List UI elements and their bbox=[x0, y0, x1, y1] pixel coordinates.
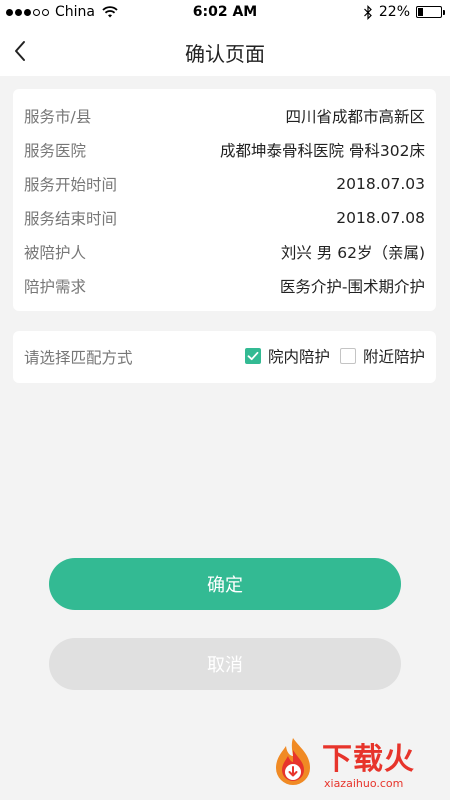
status-bar: China 6:02 AM 22% bbox=[0, 0, 450, 26]
cancel-button[interactable]: 取消 bbox=[49, 638, 401, 690]
checkbox-checked-icon[interactable] bbox=[244, 348, 261, 364]
info-value: 2018.07.08 bbox=[336, 209, 425, 227]
info-row-patient: 被陪护人 刘兴 男 62岁（亲属) bbox=[24, 235, 425, 269]
flame-logo-icon bbox=[276, 738, 310, 785]
info-label: 服务结束时间 bbox=[24, 210, 118, 228]
watermark-url: xiazaihuo.com bbox=[324, 777, 404, 790]
option-nearby[interactable]: 附近陪护 bbox=[339, 345, 425, 367]
page-title: 确认页面 bbox=[185, 42, 265, 66]
info-value: 四川省成都市高新区 bbox=[285, 108, 425, 126]
watermark: 下载火 xiazaihuo.com bbox=[264, 734, 444, 796]
checkbox-unchecked-icon[interactable] bbox=[339, 348, 356, 364]
battery-fill bbox=[418, 8, 423, 16]
bluetooth-icon bbox=[363, 4, 372, 20]
info-row-end-time: 服务结束时间 2018.07.08 bbox=[24, 201, 425, 235]
match-method-label: 请选择匹配方式 bbox=[24, 349, 133, 367]
status-right: 22% bbox=[363, 4, 445, 20]
info-value: 成都坤泰骨科医院 骨科302床 bbox=[219, 142, 425, 160]
info-row-care-need: 陪护需求 医务介护-围术期介护 bbox=[24, 269, 425, 303]
info-label: 服务医院 bbox=[24, 142, 87, 160]
info-row-start-time: 服务开始时间 2018.07.03 bbox=[24, 167, 425, 201]
info-value: 刘兴 男 62岁（亲属) bbox=[280, 244, 425, 262]
match-method-card: 请选择匹配方式 院内陪护 附近陪护 bbox=[13, 331, 436, 383]
info-row-hospital: 服务医院 成都坤泰骨科医院 骨科302床 bbox=[24, 133, 425, 167]
info-value: 2018.07.03 bbox=[336, 175, 425, 193]
option-in-hospital[interactable]: 院内陪护 bbox=[244, 345, 330, 367]
info-label: 被陪护人 bbox=[24, 244, 87, 262]
watermark-title: 下载火 bbox=[322, 742, 415, 777]
option-label: 附近陪护 bbox=[362, 348, 425, 366]
nav-bar: 确认页面 bbox=[0, 26, 450, 76]
confirm-button[interactable]: 确定 bbox=[49, 558, 401, 610]
info-label: 服务市/县 bbox=[24, 108, 92, 126]
checkmark-icon bbox=[247, 351, 259, 361]
info-label: 陪护需求 bbox=[24, 278, 87, 296]
info-value: 医务介护-围术期介护 bbox=[279, 278, 425, 296]
option-label: 院内陪护 bbox=[267, 348, 330, 366]
info-row-service-area: 服务市/县 四川省成都市高新区 bbox=[24, 99, 425, 133]
battery-percent: 22% bbox=[378, 4, 410, 20]
match-options: 院内陪护 附近陪护 bbox=[244, 345, 425, 367]
info-label: 服务开始时间 bbox=[24, 176, 118, 194]
battery-icon bbox=[416, 6, 445, 18]
service-info-card: 服务市/县 四川省成都市高新区 服务医院 成都坤泰骨科医院 骨科302床 服务开… bbox=[13, 89, 436, 311]
